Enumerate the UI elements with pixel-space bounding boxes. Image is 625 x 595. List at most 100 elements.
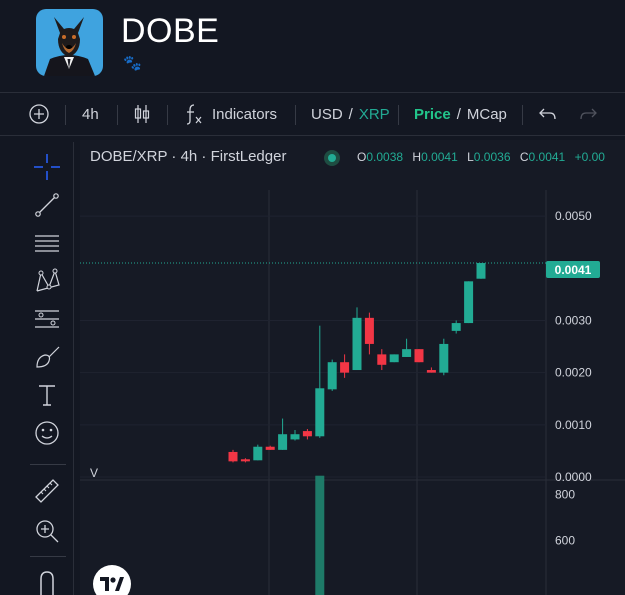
price-axis-label: 0.0000	[555, 470, 592, 484]
price-mcap-toggle[interactable]: Price / MCap	[414, 93, 507, 135]
mode-separator: /	[456, 105, 461, 123]
ohlc-readout: O0.0038 H0.0041 L0.0036 C0.0041 +0.00	[357, 150, 611, 164]
ohlc-low-key: L	[467, 150, 474, 164]
candle-body	[426, 370, 436, 373]
token-name: DOBE	[121, 12, 220, 50]
candle-body	[290, 434, 300, 440]
candle-body	[265, 446, 275, 450]
candle-body	[389, 354, 399, 363]
plus-circle-icon	[29, 104, 49, 124]
ohlc-open: 0.0038	[366, 150, 404, 164]
toolbar-divider	[117, 105, 118, 125]
function-fx-icon	[186, 104, 202, 125]
candlestick-icon	[134, 105, 150, 123]
measure-tool[interactable]	[32, 476, 62, 506]
currency-usd[interactable]: USD	[311, 106, 343, 123]
chart-toolbar: 4h Indicators USD / XRP Price / MCap	[0, 92, 625, 136]
volume-axis-label: 800	[555, 487, 575, 501]
toolbar-divider	[65, 105, 66, 125]
text-icon	[39, 385, 55, 406]
crosshair-tool[interactable]	[32, 152, 62, 182]
redo-icon	[580, 108, 597, 120]
ohlc-open-key: O	[357, 150, 367, 164]
doberman-avatar-icon	[36, 9, 103, 76]
horizontal-lines-icon	[35, 235, 59, 252]
indicators-label: Indicators	[212, 105, 278, 123]
price-axis-label: 0.0050	[555, 209, 592, 223]
magnet-tool[interactable]	[32, 566, 62, 595]
candle-type-button[interactable]	[133, 93, 151, 135]
candle-body	[240, 459, 250, 462]
ohlc-close-key: C	[519, 150, 529, 164]
ruler-icon	[35, 479, 59, 503]
candle-body	[464, 281, 474, 324]
ohlc-low: 0.0036	[473, 150, 511, 164]
add-symbol-button[interactable]	[28, 93, 50, 135]
zoom-tool[interactable]	[32, 516, 62, 546]
text-tool[interactable]	[32, 380, 62, 410]
price-axis-label: 0.0030	[555, 313, 592, 327]
candle-body	[278, 434, 288, 450]
brush-icon	[36, 346, 60, 368]
currency-xrp[interactable]: XRP	[359, 106, 390, 123]
drawing-tools-rail	[0, 136, 80, 595]
toolbar-divider	[522, 105, 523, 125]
toolbar-divider	[398, 105, 399, 125]
ohlc-high: 0.0041	[421, 150, 458, 164]
trend-line-tool[interactable]	[32, 190, 62, 220]
rail-divider	[30, 556, 66, 557]
currency-separator: /	[348, 105, 353, 123]
price-axis-label: 0.0010	[555, 418, 592, 432]
ohlc-high-key: H	[412, 150, 422, 164]
undo-button[interactable]	[538, 93, 558, 135]
candle-body	[476, 263, 486, 279]
current-price-tag: 0.0041	[546, 261, 600, 278]
toolbar-divider	[167, 105, 168, 125]
indicators-button[interactable]: Indicators	[184, 93, 277, 135]
price-chart[interactable]: 0.0050 0.0030 0.0020 0.0010 0.0000 800 600 DOB…	[80, 140, 625, 595]
brush-tool[interactable]	[32, 342, 62, 372]
candle-body	[327, 362, 337, 390]
pattern-tool[interactable]	[32, 266, 62, 296]
candle-body	[302, 431, 312, 437]
candlestick-chart[interactable]: 0.0050 0.0030 0.0020 0.0010 0.0000 800 600	[80, 140, 625, 595]
zoom-in-icon	[36, 520, 59, 543]
projection-tool[interactable]	[32, 304, 62, 334]
market-status-dot	[324, 150, 340, 166]
price-axis-label: 0.0020	[555, 366, 592, 380]
redo-button[interactable]	[578, 93, 598, 135]
currency-toggle[interactable]: USD / XRP	[311, 93, 390, 135]
xabcd-pattern-icon	[36, 268, 60, 292]
candle-body	[439, 343, 449, 373]
candle-body	[364, 317, 374, 344]
candle-body	[377, 354, 387, 365]
candle-body	[352, 317, 362, 371]
rail-divider	[30, 464, 66, 465]
interval-button[interactable]: 4h	[82, 93, 99, 135]
chart-symbol-title: DOBE/XRP · 4h · FirstLedger	[90, 148, 287, 165]
fib-tool[interactable]	[32, 228, 62, 258]
candle-body	[340, 362, 350, 373]
candle-body	[402, 349, 412, 357]
emoji-tool[interactable]	[32, 418, 62, 448]
ohlc-close: 0.0041	[528, 150, 566, 164]
trend-line-icon	[35, 193, 59, 217]
volume-bar	[315, 475, 325, 595]
candle-body	[228, 451, 238, 462]
toolbar-divider	[295, 105, 296, 125]
candle-body	[315, 388, 325, 437]
ohlc-change: +0.00	[574, 150, 605, 164]
candle-body	[253, 446, 263, 461]
forecast-lines-icon	[35, 310, 59, 328]
undo-icon	[539, 108, 556, 120]
volume-pane-label: V	[90, 466, 99, 480]
smiley-icon	[35, 421, 59, 445]
magnet-icon	[40, 571, 54, 595]
tradingview-logo-icon[interactable]	[93, 565, 131, 595]
token-header: DOBE 🐾	[0, 0, 625, 92]
crosshair-icon	[34, 154, 60, 180]
paw-icon: 🐾	[123, 55, 142, 72]
mode-mcap[interactable]: MCap	[467, 106, 507, 123]
mode-price[interactable]: Price	[414, 106, 451, 123]
candle-body	[414, 349, 424, 363]
